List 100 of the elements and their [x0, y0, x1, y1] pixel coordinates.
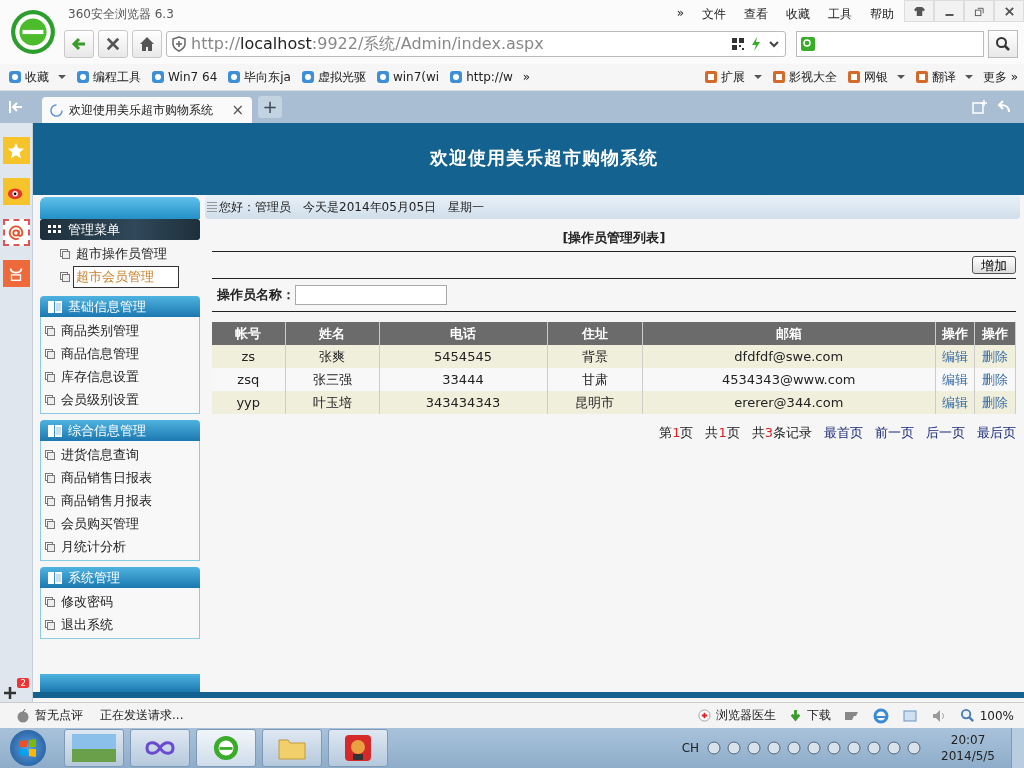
skin-button[interactable]: [904, 0, 934, 22]
bookmark-link[interactable]: Win7 64: [151, 70, 218, 84]
start-button[interactable]: [10, 730, 46, 766]
download-arrow-icon: [788, 709, 802, 722]
menu-link[interactable]: 超市操作员管理: [73, 242, 170, 265]
search-engine-icon[interactable]: [801, 37, 815, 51]
menu-link[interactable]: 商品信息管理: [58, 342, 142, 365]
caret-icon[interactable]: [964, 75, 973, 79]
minimize-icon: [944, 14, 954, 16]
new-tab-button[interactable]: +: [258, 96, 282, 118]
plus-icon[interactable]: [3, 686, 18, 700]
tray-icon[interactable]: [787, 741, 802, 755]
menu-item[interactable]: 查看: [744, 5, 768, 23]
new-window-icon[interactable]: [972, 99, 988, 115]
menu-link[interactable]: 商品类别管理: [58, 319, 142, 342]
menu-item[interactable]: 帮助: [870, 5, 894, 23]
menu-link[interactable]: 进货信息查询: [58, 443, 142, 466]
clock-time[interactable]: 20:07: [950, 732, 986, 748]
show-desktop-button[interactable]: [1011, 728, 1024, 768]
bookmark-link[interactable]: 收藏: [8, 68, 66, 86]
tray-icon[interactable]: [767, 741, 782, 755]
home-button[interactable]: [132, 30, 162, 58]
at-sign-icon[interactable]: [2, 219, 30, 246]
menu-group-header[interactable]: 管理菜单: [40, 219, 200, 240]
clock-date[interactable]: 2014/5/5: [941, 748, 995, 764]
sidebar-toggle-icon[interactable]: [8, 99, 24, 115]
tray-icon[interactable]: [847, 741, 862, 755]
table-cell: zsq: [212, 368, 285, 391]
column-header: 帐号: [212, 322, 285, 345]
tray-icon[interactable]: [807, 741, 822, 755]
browser-tab[interactable]: 欢迎使用美乐超市购物系统 ×: [42, 97, 252, 123]
back-arrow-icon: [71, 36, 87, 52]
bookmark-link[interactable]: 编程工具: [76, 68, 141, 86]
pager-link[interactable]: 后一页: [926, 424, 965, 442]
tray-icon[interactable]: [867, 741, 882, 755]
toolbar-item[interactable]: 影视大全: [771, 68, 837, 86]
menu-link[interactable]: 退出系统: [58, 613, 116, 636]
table-cell: yyp: [212, 391, 285, 414]
more-tools-button[interactable]: 更多 »: [982, 68, 1018, 86]
taskbar-app-button[interactable]: [130, 729, 190, 767]
menu-item[interactable]: 收藏: [786, 5, 810, 23]
tray-icon[interactable]: [747, 741, 762, 755]
menu-item[interactable]: 工具: [828, 5, 852, 23]
window-title: 360安全浏览器 6.3: [68, 5, 174, 23]
menu-link[interactable]: 商品销售月报表: [58, 489, 155, 512]
restore-button[interactable]: [964, 0, 994, 22]
caret-icon[interactable]: [753, 75, 762, 79]
menu-link[interactable]: 会员购买管理: [58, 512, 142, 535]
tray-icon[interactable]: [827, 741, 842, 755]
menu-item[interactable]: 文件: [702, 5, 726, 23]
bookmark-link[interactable]: win7(wi: [375, 70, 440, 84]
qr-code-icon[interactable]: [731, 37, 745, 51]
site-icon: [300, 70, 315, 84]
pager-link[interactable]: 最后页: [977, 424, 1016, 442]
bull-icon: [344, 734, 372, 762]
bookmark-link[interactable]: http://w: [449, 70, 513, 84]
caret-icon[interactable]: [896, 75, 905, 79]
menu-link[interactable]: 会员级别设置: [58, 388, 142, 411]
bookmark-link[interactable]: 毕向东ja: [227, 68, 291, 86]
stop-button[interactable]: [98, 30, 128, 58]
pager-link[interactable]: 前一页: [875, 424, 914, 442]
menu-item[interactable]: »: [676, 5, 684, 23]
search-icon: [995, 36, 1011, 52]
menu-link[interactable]: 月统计分析: [58, 535, 129, 558]
address-field[interactable]: http://localhost:9922/系统/Admin/index.aspx: [166, 31, 786, 57]
more-bookmarks-button[interactable]: »: [522, 70, 531, 84]
toolbar-item[interactable]: 网银: [846, 68, 905, 86]
table-cell: zs: [212, 345, 285, 368]
column-header: 操作: [974, 322, 1016, 345]
menu-link[interactable]: 库存信息设置: [58, 365, 142, 388]
toolbar-item[interactable]: 扩展: [703, 68, 762, 86]
table-cell: 33444: [379, 368, 547, 391]
zoom-level-text[interactable]: 100%: [979, 708, 1014, 723]
taskbar-app-button[interactable]: [328, 729, 388, 767]
menu-link[interactable]: 修改密码: [58, 590, 116, 613]
pager-link[interactable]: 最首页: [824, 424, 863, 442]
download-link[interactable]: 下载: [806, 707, 831, 724]
window-icon[interactable]: [901, 707, 918, 724]
tray-icon[interactable]: [887, 741, 902, 755]
browser-doctor-link[interactable]: 浏览器医生: [715, 707, 776, 724]
eye-logo-icon[interactable]: [2, 178, 30, 205]
minimize-button[interactable]: [934, 0, 964, 22]
language-indicator[interactable]: CH: [681, 741, 700, 755]
loading-icon: [50, 103, 63, 117]
add-button[interactable]: 增加: [972, 256, 1016, 274]
back-button[interactable]: [64, 30, 94, 58]
close-button[interactable]: [994, 0, 1024, 22]
restore-icon: [973, 5, 985, 17]
bookmark-link[interactable]: 虚拟光驱: [300, 68, 366, 86]
tray-icon[interactable]: [707, 741, 722, 755]
toolbar-item[interactable]: 翻译: [914, 68, 973, 86]
name-input-field[interactable]: [295, 285, 447, 305]
caret-icon[interactable]: [58, 75, 66, 79]
site-icon: [449, 70, 464, 84]
menu-link[interactable]: 商品销售日报表: [58, 466, 155, 489]
tab-close-button[interactable]: ×: [231, 101, 244, 119]
tray-icon[interactable]: [727, 741, 742, 755]
search-button[interactable]: [988, 30, 1018, 58]
search-field[interactable]: [796, 31, 984, 57]
tray-icon[interactable]: [907, 741, 922, 755]
